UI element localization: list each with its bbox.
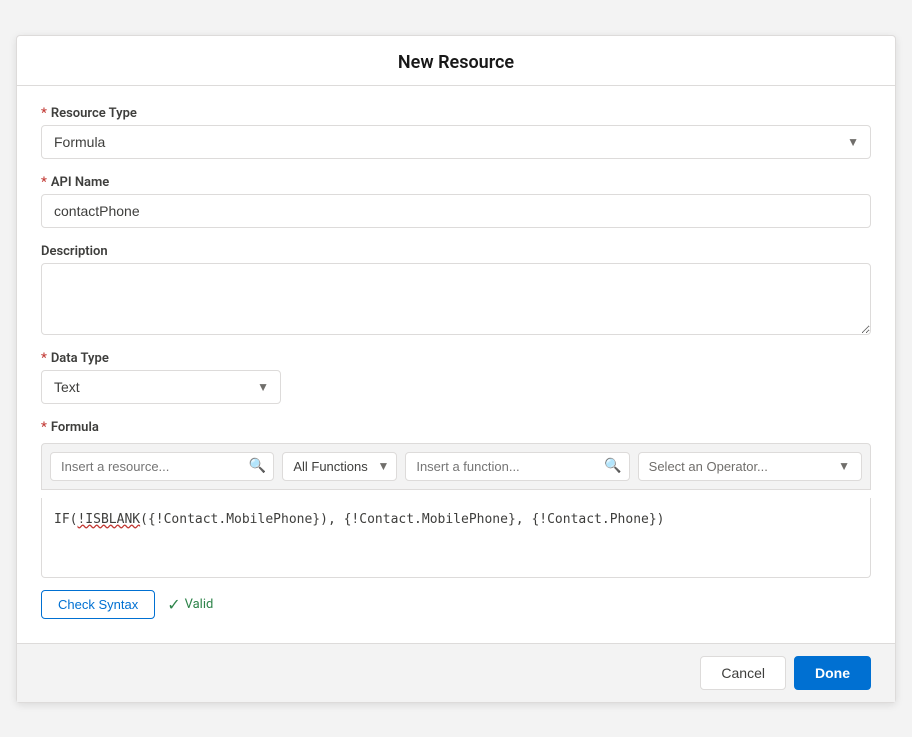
insert-resource-wrapper: 🔍 bbox=[50, 452, 274, 481]
done-button[interactable]: Done bbox=[794, 656, 871, 690]
operator-select[interactable]: Select an Operator... bbox=[638, 452, 862, 481]
formula-content: IF(!ISBLANK({!Contact.MobilePhone}), {!C… bbox=[54, 512, 665, 527]
valid-indicator: ✓ Valid bbox=[167, 595, 213, 614]
valid-label: Valid bbox=[185, 597, 214, 612]
api-name-label: *API Name bbox=[41, 175, 871, 190]
modal-footer: Cancel Done bbox=[17, 643, 895, 702]
resource-type-select-wrapper: Formula ▼ bbox=[41, 125, 871, 159]
check-syntax-button[interactable]: Check Syntax bbox=[41, 590, 155, 619]
insert-function-wrapper: 🔍 bbox=[405, 452, 629, 481]
data-type-label: *Data Type bbox=[41, 351, 871, 366]
resource-type-select[interactable]: Formula bbox=[41, 125, 871, 159]
description-textarea[interactable] bbox=[41, 263, 871, 335]
modal-body: *Resource Type Formula ▼ *API Name Descr bbox=[17, 86, 895, 643]
syntax-section: Check Syntax ✓ Valid bbox=[41, 586, 871, 623]
formula-section: *Formula 🔍 All Functions ▼ bbox=[41, 420, 871, 623]
formula-required: * bbox=[41, 420, 47, 435]
all-functions-select[interactable]: All Functions bbox=[282, 452, 397, 481]
api-name-field: *API Name bbox=[41, 175, 871, 228]
formula-toolbar: 🔍 All Functions ▼ 🔍 bbox=[41, 443, 871, 490]
api-name-input[interactable] bbox=[41, 194, 871, 228]
data-type-select[interactable]: Text bbox=[41, 370, 281, 404]
cancel-button[interactable]: Cancel bbox=[700, 656, 786, 690]
api-name-required: * bbox=[41, 175, 47, 190]
description-label: Description bbox=[41, 244, 871, 259]
isblank-text: !ISBLANK bbox=[77, 512, 140, 527]
all-functions-wrapper: All Functions ▼ bbox=[282, 452, 397, 481]
new-resource-modal: New Resource *Resource Type Formula ▼ *A… bbox=[16, 35, 896, 703]
formula-editor[interactable]: IF(!ISBLANK({!Contact.MobilePhone}), {!C… bbox=[41, 498, 871, 578]
modal-header: New Resource bbox=[17, 36, 895, 86]
resource-type-required: * bbox=[41, 106, 47, 121]
resource-type-label: *Resource Type bbox=[41, 106, 871, 121]
insert-function-input[interactable] bbox=[405, 452, 629, 481]
data-type-field: *Data Type Text ▼ bbox=[41, 351, 871, 404]
description-field: Description bbox=[41, 244, 871, 335]
resource-type-field: *Resource Type Formula ▼ bbox=[41, 106, 871, 159]
insert-resource-input[interactable] bbox=[50, 452, 274, 481]
valid-check-icon: ✓ bbox=[167, 595, 180, 614]
operator-select-wrapper: Select an Operator... ▼ bbox=[638, 452, 862, 481]
data-type-required: * bbox=[41, 351, 47, 366]
formula-label: *Formula bbox=[41, 420, 871, 435]
modal-title: New Resource bbox=[41, 52, 871, 73]
data-type-select-wrapper: Text ▼ bbox=[41, 370, 281, 404]
